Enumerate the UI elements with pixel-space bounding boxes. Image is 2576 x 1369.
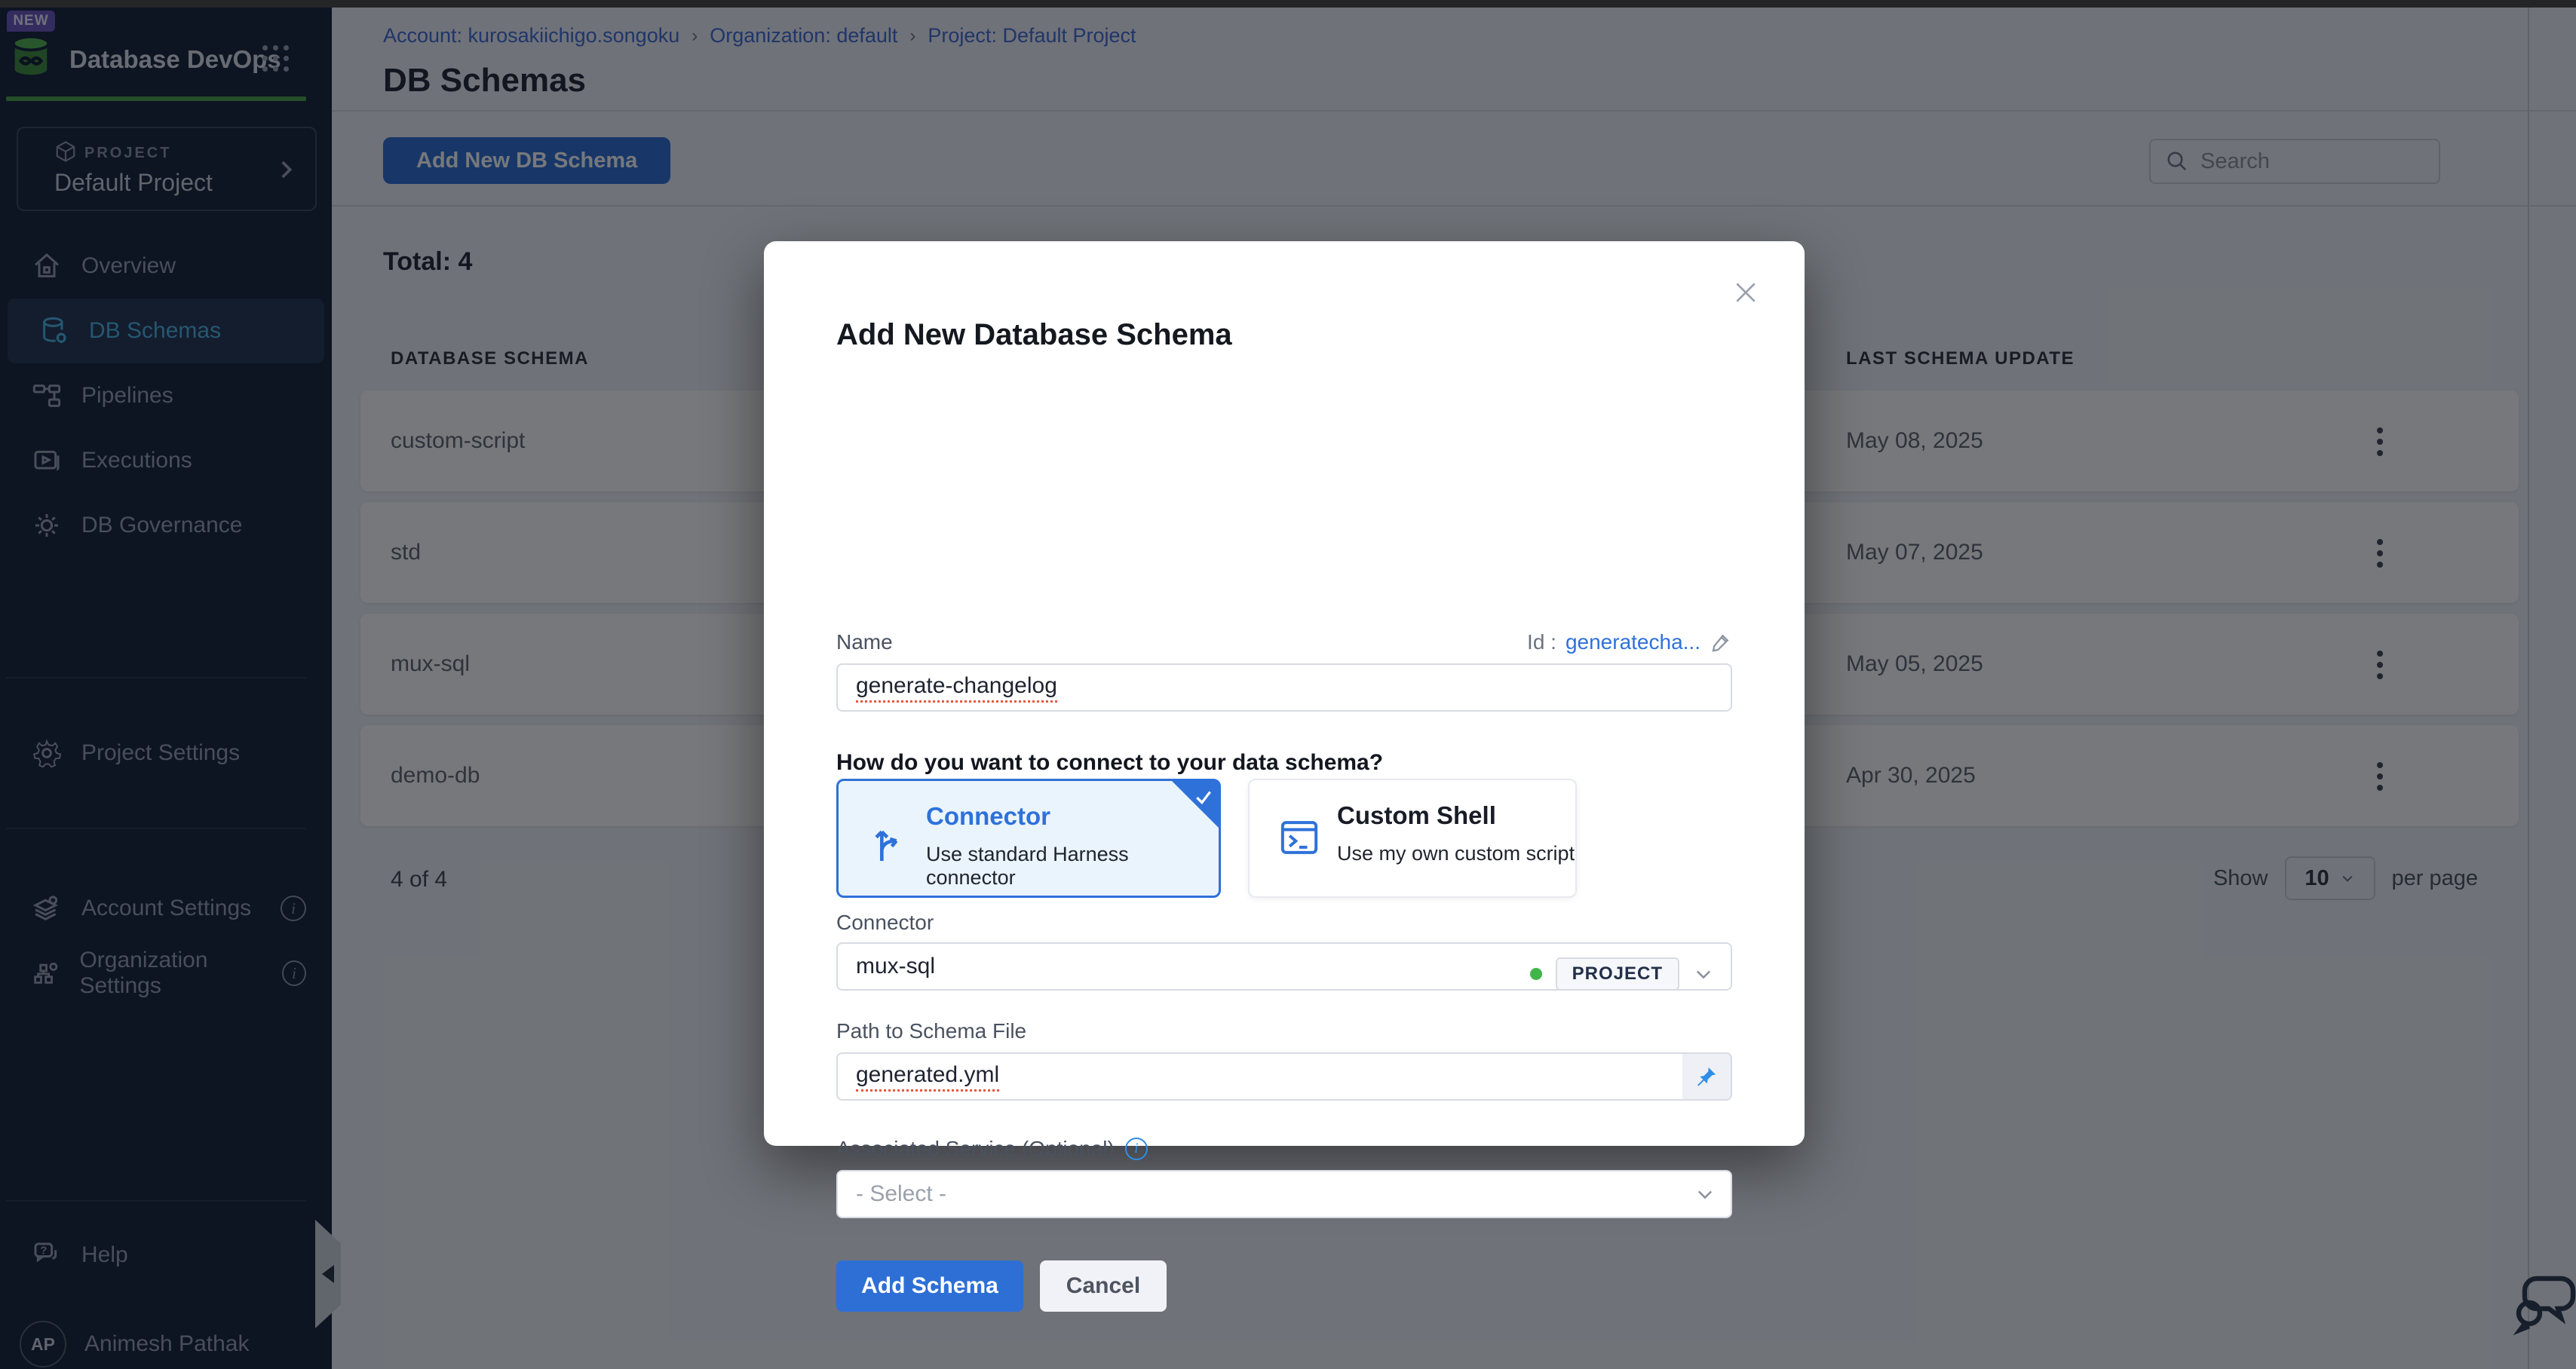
browser-chrome-strip — [0, 0, 2576, 8]
status-dot — [1530, 968, 1542, 980]
option-subtitle: Use my own custom script — [1337, 842, 1575, 865]
service-label: Associated Service (Optional) — [836, 1137, 1115, 1161]
option-custom-shell[interactable]: Custom Shell Use my own custom script — [1248, 779, 1577, 898]
app-screen: Account: kurosakiichigo.songoku › Organi… — [0, 0, 2576, 1369]
connect-question: How do you want to connect to your data … — [836, 750, 1383, 776]
terminal-icon — [1278, 816, 1320, 859]
connector-value: mux-sql — [856, 954, 935, 979]
service-select[interactable]: - Select - — [836, 1170, 1732, 1218]
option-title: Custom Shell — [1337, 801, 1496, 830]
connector-branch-icon — [867, 813, 911, 865]
schema-id: Id : generatecha... — [1527, 630, 1732, 654]
name-label: Name — [836, 630, 893, 654]
chevron-down-icon[interactable] — [1693, 963, 1714, 985]
info-icon[interactable]: i — [1125, 1138, 1148, 1160]
path-input[interactable]: generated.yml — [836, 1052, 1732, 1101]
path-label: Path to Schema File — [836, 1019, 1026, 1043]
check-icon — [1194, 787, 1213, 807]
option-title: Connector — [926, 802, 1050, 831]
add-schema-button[interactable]: Add Schema — [836, 1260, 1023, 1312]
pin-icon[interactable] — [1682, 1052, 1732, 1101]
connector-label: Connector — [836, 911, 934, 935]
service-label-row: Associated Service (Optional) i — [836, 1137, 1148, 1161]
close-icon[interactable] — [1731, 277, 1761, 308]
cancel-button[interactable]: Cancel — [1040, 1260, 1167, 1312]
id-prefix: Id : — [1527, 630, 1556, 654]
modal-title: Add New Database Schema — [836, 318, 1232, 352]
option-connector[interactable]: Connector Use standard Harness connector — [836, 779, 1221, 898]
chevron-down-icon — [1694, 1184, 1716, 1205]
edit-pencil-icon[interactable] — [1710, 631, 1732, 654]
id-value[interactable]: generatecha... — [1566, 630, 1700, 654]
scope-badge: PROJECT — [1556, 957, 1679, 991]
path-value: generated.yml — [856, 1062, 999, 1092]
name-value: generate-changelog — [856, 673, 1057, 703]
option-subtitle: Use standard Harness connector — [926, 843, 1219, 890]
connector-extras: PROJECT — [1530, 950, 1714, 998]
service-placeholder: - Select - — [856, 1181, 946, 1207]
add-schema-modal: Add New Database Schema Name Id : genera… — [764, 241, 1805, 1146]
name-input[interactable]: generate-changelog — [836, 663, 1732, 712]
